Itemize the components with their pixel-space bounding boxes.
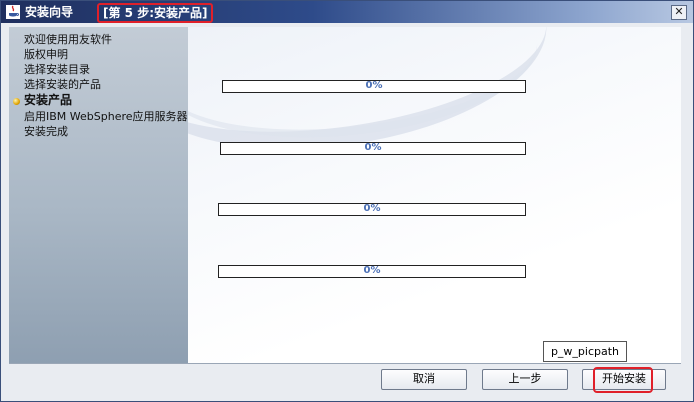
close-button[interactable]: ✕ (671, 5, 687, 20)
step-license: 版权申明 (24, 48, 68, 61)
close-icon: ✕ (674, 5, 684, 18)
current-step-bullet-icon (13, 98, 20, 105)
progress-bar-1: 0% (222, 80, 526, 93)
java-coffee-icon (6, 5, 20, 19)
progress-percent: 0% (364, 142, 382, 153)
step-enable-websphere: 启用IBM WebSphere应用服务器 (24, 110, 188, 123)
window-title: 安装向导 (25, 5, 74, 19)
steps-sidebar: 欢迎使用用友软件 版权申明 选择安装目录 选择安装的产品 安装产品 启用IBM … (9, 27, 188, 363)
progress-bar-2: 0% (220, 142, 526, 155)
step-choose-directory: 选择安装目录 (24, 63, 90, 76)
step-choose-products: 选择安装的产品 (24, 78, 101, 91)
cancel-button[interactable]: 取消 (381, 369, 467, 390)
progress-percent: 0% (363, 265, 381, 276)
install-progress-panel: 0% 0% 0% 0% (188, 27, 681, 363)
step-install-complete: 安装完成 (24, 125, 68, 138)
step-install-products: 安装产品 (24, 93, 73, 107)
back-button[interactable]: 上一步 (482, 369, 568, 390)
progress-percent: 0% (365, 80, 383, 91)
progress-bar-3: 0% (218, 203, 526, 216)
progress-percent: 0% (363, 203, 381, 214)
progress-bar-4: 0% (218, 265, 526, 278)
start-install-highlight (593, 367, 653, 393)
title-bar[interactable]: 安装向导 [第 5 步:安装产品] ✕ (1, 1, 693, 23)
installer-window: 安装向导 [第 5 步:安装产品] ✕ 欢迎使用用友软件 版权申明 选择安装目录… (0, 0, 694, 402)
tooltip: p_w_picpath (543, 341, 627, 362)
step-indicator: [第 5 步:安装产品] (97, 3, 214, 23)
footer-divider (9, 363, 681, 364)
step-welcome: 欢迎使用用友软件 (24, 33, 112, 46)
